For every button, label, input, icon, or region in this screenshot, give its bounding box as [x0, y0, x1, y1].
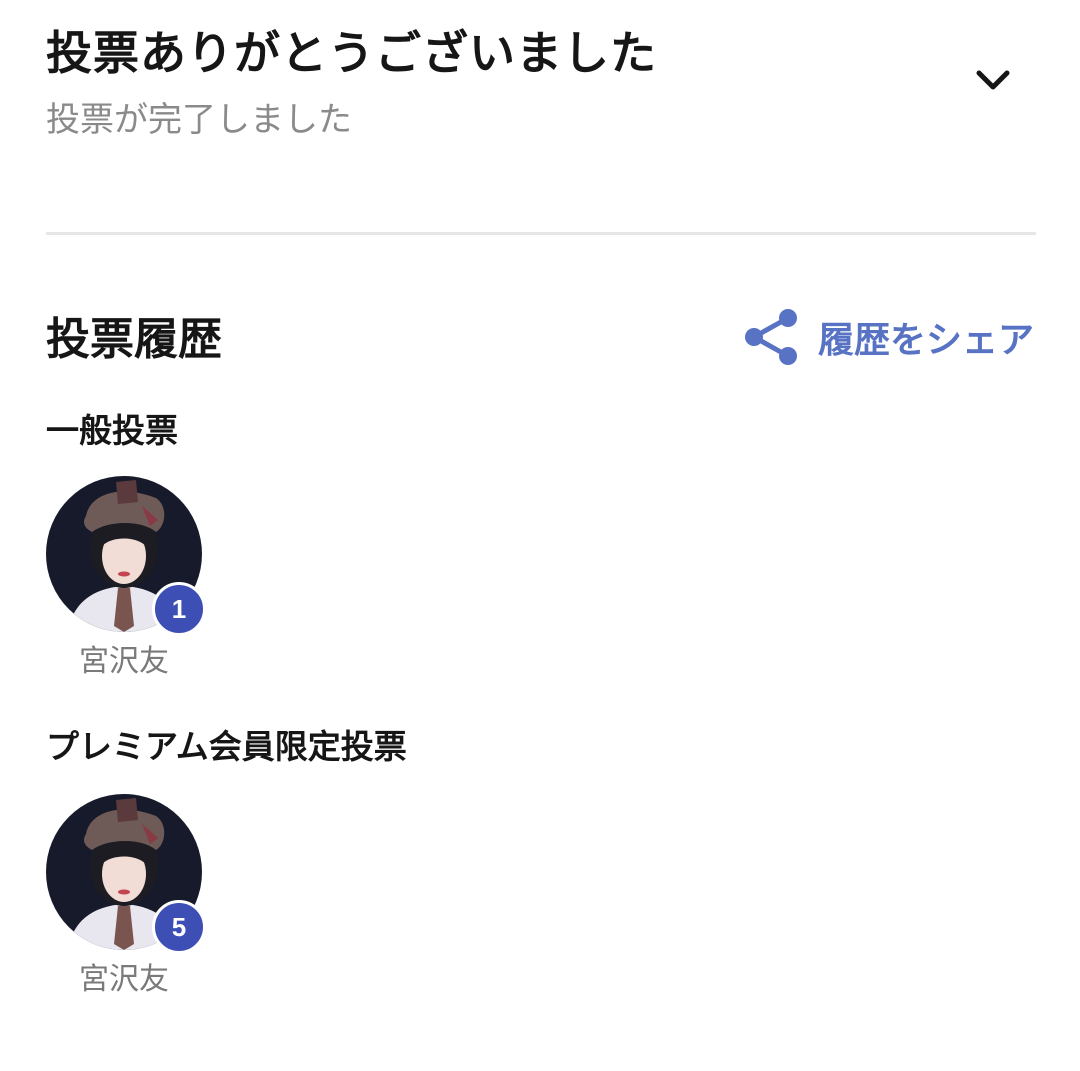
- vote-card[interactable]: 5 宮沢友: [46, 794, 206, 1004]
- vote-count-badge: 1: [152, 582, 206, 636]
- collapse-button[interactable]: [968, 56, 1018, 106]
- page-title: 投票ありがとうございました: [46, 26, 657, 80]
- vote-card[interactable]: 1 宮沢友: [46, 476, 206, 686]
- section-title-premium: プレミアム会員限定投票: [46, 727, 407, 766]
- page-subtitle: 投票が完了しました: [46, 100, 352, 140]
- completion-header: 投票ありがとうございました 投票が完了しました: [46, 22, 1036, 152]
- chevron-down-icon: [976, 70, 1010, 90]
- member-name: 宮沢友: [79, 644, 169, 679]
- member-name: 宮沢友: [79, 962, 169, 997]
- share-icon: [744, 309, 797, 365]
- history-title: 投票履歴: [46, 314, 222, 365]
- vote-count-badge: 5: [152, 900, 206, 954]
- share-history-label: 履歴をシェア: [817, 320, 1034, 361]
- share-history-button[interactable]: 履歴をシェア: [744, 306, 1034, 368]
- divider: [46, 232, 1036, 235]
- section-title-general: 一般投票: [46, 411, 178, 450]
